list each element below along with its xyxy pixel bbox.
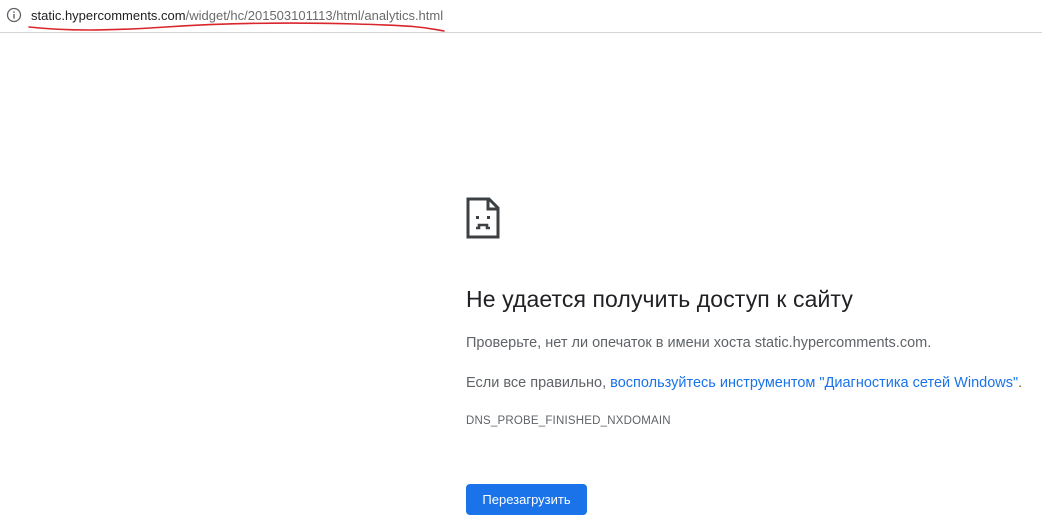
hint-typo: Проверьте, нет ли опечаток в имени хоста… xyxy=(466,335,932,351)
sad-page-icon xyxy=(466,197,500,239)
hint-diagnostics: Если все правильно, воспользуйтесь инстр… xyxy=(466,375,1022,391)
error-code: DNS_PROBE_FINISHED_NXDOMAIN xyxy=(466,415,671,427)
address-bar[interactable]: static.hypercomments.com/widget/hc/20150… xyxy=(0,0,1042,33)
reload-button[interactable]: Перезагрузить xyxy=(466,484,587,515)
hint-prefix: Если все правильно, xyxy=(466,375,611,391)
red-underline-annotation xyxy=(28,22,445,32)
info-circle-icon[interactable] xyxy=(6,7,22,23)
windows-network-diagnostics-link[interactable]: воспользуйтесь инструментом "Диагностика… xyxy=(610,375,1018,391)
hint-suffix: . xyxy=(1018,375,1023,391)
error-title: Не удается получить доступ к сайту xyxy=(466,286,853,312)
